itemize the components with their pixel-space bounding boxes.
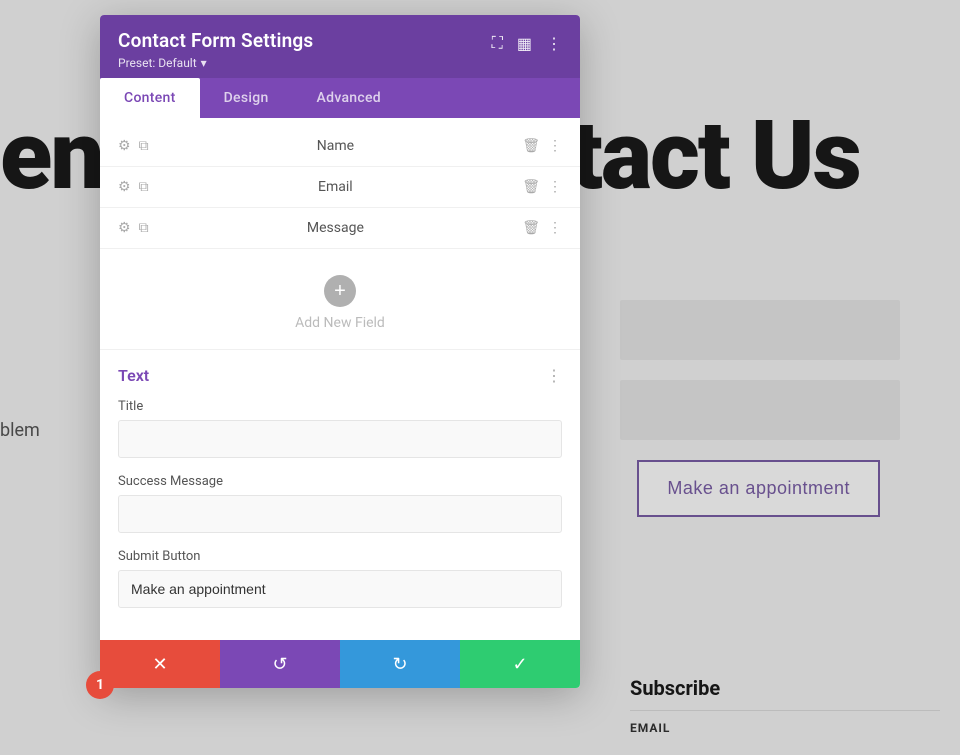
delete-icon-email[interactable]: 🗑 bbox=[522, 179, 540, 195]
delete-icon-name[interactable]: 🗑 bbox=[522, 138, 540, 154]
text-section: Text ⋮ Title Success Message Submit Butt… bbox=[100, 349, 580, 640]
field-row-name-left-icons: ⚙ ⧉ bbox=[118, 138, 149, 154]
columns-icon[interactable]: ▦ bbox=[517, 34, 532, 53]
modal-title: Contact Form Settings bbox=[118, 29, 313, 52]
add-field-section: + Add New Field bbox=[100, 257, 580, 349]
field-row-message: ⚙ ⧉ Message 🗑 ⋮ bbox=[100, 208, 580, 249]
text-section-title: Text bbox=[118, 366, 149, 385]
title-input[interactable] bbox=[118, 420, 562, 458]
more-icon-email[interactable]: ⋮ bbox=[548, 179, 562, 195]
cancel-button[interactable]: ✕ bbox=[100, 640, 220, 688]
tab-advanced[interactable]: Advanced bbox=[293, 78, 405, 118]
chevron-down-icon: ▾ bbox=[201, 56, 207, 70]
more-icon-message[interactable]: ⋮ bbox=[548, 220, 562, 236]
add-field-label: Add New Field bbox=[295, 315, 385, 331]
modal-header: Contact Form Settings Preset: Default ▾ … bbox=[100, 15, 580, 78]
text-section-header: Text ⋮ bbox=[118, 366, 562, 385]
more-options-icon[interactable]: ⋮ bbox=[546, 34, 562, 53]
fields-section: ⚙ ⧉ Name 🗑 ⋮ ⚙ ⧉ Email 🗑 ⋮ bbox=[100, 118, 580, 257]
text-section-menu-icon[interactable]: ⋮ bbox=[546, 366, 562, 385]
modal-tabs: Content Design Advanced bbox=[100, 78, 580, 118]
undo-button[interactable]: ↺ bbox=[220, 640, 340, 688]
tab-design[interactable]: Design bbox=[200, 78, 293, 118]
clone-icon-name[interactable]: ⧉ bbox=[139, 138, 149, 154]
tab-content[interactable]: Content bbox=[100, 78, 200, 118]
delete-icon-message[interactable]: 🗑 bbox=[522, 220, 540, 236]
title-label: Title bbox=[118, 399, 562, 414]
field-row-name-right-icons: 🗑 ⋮ bbox=[522, 138, 562, 154]
field-row-email-right-icons: 🗑 ⋮ bbox=[522, 179, 562, 195]
submit-button-label: Submit Button bbox=[118, 549, 562, 564]
field-label-name: Name bbox=[159, 138, 513, 154]
save-button[interactable]: ✓ bbox=[460, 640, 580, 688]
title-form-group: Title bbox=[118, 399, 562, 458]
field-row-name: ⚙ ⧉ Name 🗑 ⋮ bbox=[100, 126, 580, 167]
modal-header-left: Contact Form Settings Preset: Default ▾ bbox=[118, 29, 313, 70]
notification-badge: 1 bbox=[86, 671, 114, 699]
modal-body: ⚙ ⧉ Name 🗑 ⋮ ⚙ ⧉ Email 🗑 ⋮ bbox=[100, 118, 580, 688]
settings-icon-message[interactable]: ⚙ bbox=[118, 220, 131, 236]
field-row-email: ⚙ ⧉ Email 🗑 ⋮ bbox=[100, 167, 580, 208]
modal-preset-selector[interactable]: Preset: Default ▾ bbox=[118, 56, 313, 70]
submit-button-input[interactable] bbox=[118, 570, 562, 608]
settings-icon-email[interactable]: ⚙ bbox=[118, 179, 131, 195]
success-message-label: Success Message bbox=[118, 474, 562, 489]
modal-footer: ✕ ↺ ↻ ✓ bbox=[100, 640, 580, 688]
settings-icon-name[interactable]: ⚙ bbox=[118, 138, 131, 154]
redo-button[interactable]: ↻ bbox=[340, 640, 460, 688]
clone-icon-email[interactable]: ⧉ bbox=[139, 179, 149, 195]
success-message-form-group: Success Message bbox=[118, 474, 562, 533]
contact-form-settings-modal: Contact Form Settings Preset: Default ▾ … bbox=[100, 15, 580, 688]
success-message-input[interactable] bbox=[118, 495, 562, 533]
more-icon-name[interactable]: ⋮ bbox=[548, 138, 562, 154]
field-row-message-left-icons: ⚙ ⧉ bbox=[118, 220, 149, 236]
modal-header-icons: ⛶ ▦ ⋮ bbox=[492, 29, 562, 53]
clone-icon-message[interactable]: ⧉ bbox=[139, 220, 149, 236]
field-row-email-left-icons: ⚙ ⧉ bbox=[118, 179, 149, 195]
field-label-message: Message bbox=[159, 220, 513, 236]
submit-button-form-group: Submit Button bbox=[118, 549, 562, 608]
add-field-button[interactable]: + bbox=[324, 275, 356, 307]
field-label-email: Email bbox=[159, 179, 513, 195]
field-row-message-right-icons: 🗑 ⋮ bbox=[522, 220, 562, 236]
expand-icon[interactable]: ⛶ bbox=[492, 33, 503, 53]
